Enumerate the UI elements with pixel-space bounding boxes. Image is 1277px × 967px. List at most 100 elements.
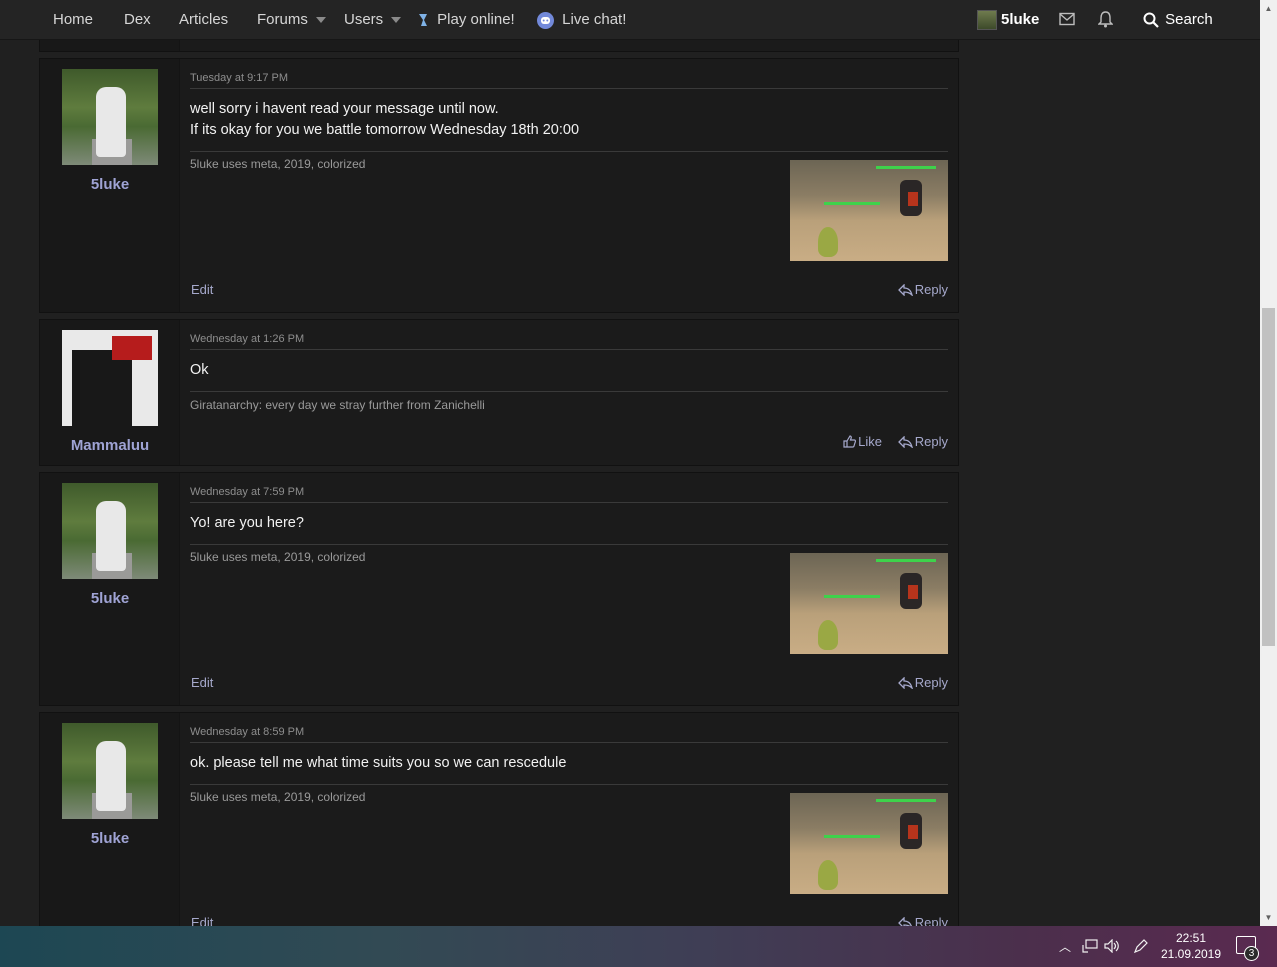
network-icon[interactable] [1082, 939, 1098, 953]
avatar[interactable] [62, 483, 158, 579]
reply-icon [897, 917, 912, 926]
message-line: Yo! are you here? [190, 515, 304, 531]
chevron-down-icon[interactable] [315, 17, 326, 24]
post-body: Wednesday at 8:59 PM ok. please tell me … [190, 713, 948, 926]
scroll-up-arrow-icon[interactable]: ▲ [1260, 0, 1277, 17]
post-message: well sorry i havent read your message un… [190, 99, 579, 141]
post: 5luke Wednesday at 8:59 PM ok. please te… [39, 712, 959, 926]
envelope-icon[interactable] [1059, 12, 1075, 26]
reply-label: Reply [914, 434, 948, 449]
post-username[interactable]: 5luke [40, 830, 180, 847]
post-date[interactable]: Wednesday at 1:26 PM [190, 333, 304, 345]
post-date[interactable]: Wednesday at 7:59 PM [190, 486, 304, 498]
nav-live-chat[interactable]: Live chat! [537, 0, 626, 40]
avatar[interactable] [62, 723, 158, 819]
post-body: Tuesday at 9:17 PM well sorry i havent r… [190, 59, 948, 312]
reply-label: Reply [914, 915, 948, 926]
edit-button[interactable]: Edit [191, 282, 213, 297]
post-signature: 5luke uses meta, 2019, colorized [190, 790, 366, 804]
reply-icon [897, 677, 913, 689]
post-signature: 5luke uses meta, 2019, colorized [190, 550, 366, 564]
divider [190, 151, 948, 152]
reply-button[interactable]: Reply [897, 915, 948, 926]
chevron-down-icon[interactable] [391, 17, 402, 24]
nav-live-chat-label: Live chat! [562, 11, 627, 28]
post-user-column: 5luke [40, 473, 180, 705]
reply-icon [897, 284, 913, 296]
play-online-icon [419, 14, 427, 27]
discord-icon [537, 11, 554, 29]
like-button[interactable]: Like [843, 434, 882, 449]
search-icon [1143, 12, 1159, 28]
nav-forums-label: Forums [257, 11, 308, 28]
post-username[interactable]: 5luke [40, 176, 180, 193]
like-label: Like [858, 434, 882, 449]
divider [190, 391, 948, 392]
reply-label: Reply [914, 282, 948, 297]
browser-viewport: Home Dex Articles Forums Users Play onli… [0, 0, 1260, 926]
post-signature: Giratanarchy: every day we stray further… [190, 398, 485, 412]
divider [190, 349, 948, 350]
signature-image [790, 553, 948, 654]
bell-icon[interactable] [1098, 11, 1113, 28]
nav-dex[interactable]: Dex [124, 0, 151, 40]
scrollbar-thumb[interactable] [1262, 308, 1275, 646]
search-button[interactable]: Search [1143, 0, 1213, 40]
post-user-column: Mammaluu [40, 320, 180, 465]
taskbar-clock[interactable]: 22:51 21.09.2019 [1160, 930, 1222, 962]
nav-users[interactable]: Users [344, 0, 402, 40]
volume-icon[interactable] [1104, 939, 1120, 953]
pen-icon[interactable] [1133, 938, 1149, 954]
divider [190, 502, 948, 503]
avatar[interactable] [62, 69, 158, 165]
post-date[interactable]: Tuesday at 9:17 PM [190, 72, 288, 84]
post: Mammaluu Wednesday at 1:26 PM Ok Giratan… [39, 319, 959, 466]
nav-play-online[interactable]: Play online! [416, 0, 515, 40]
post-message: Yo! are you here? [190, 513, 304, 534]
post-username[interactable]: Mammaluu [40, 437, 180, 454]
post-user-column: 5luke [40, 713, 180, 926]
post-body: Wednesday at 7:59 PM Yo! are you here? 5… [190, 473, 948, 705]
notification-count-badge: 3 [1244, 946, 1259, 961]
user-avatar[interactable] [977, 10, 997, 30]
nav-users-label: Users [344, 11, 384, 28]
post-message: ok. please tell me what time suits you s… [190, 753, 566, 774]
taskbar: ︿ 22:51 21.09.2019 3 [0, 926, 1277, 967]
search-label: Search [1165, 11, 1213, 28]
reply-button[interactable]: Reply [897, 434, 948, 449]
edit-button[interactable]: Edit [191, 915, 213, 926]
post-date[interactable]: Wednesday at 8:59 PM [190, 726, 304, 738]
reply-button[interactable]: Reply [897, 675, 948, 690]
edit-button[interactable]: Edit [191, 675, 213, 690]
message-line: well sorry i havent read your message un… [190, 101, 499, 117]
message-line: ok. please tell me what time suits you s… [190, 755, 567, 771]
clock-time: 22:51 [1175, 931, 1207, 945]
nav-home[interactable]: Home [53, 0, 93, 40]
nav-play-online-label: Play online! [437, 11, 515, 28]
signature-image [790, 160, 948, 261]
chevron-up-icon[interactable]: ︿ [1059, 938, 1071, 955]
nav-username[interactable]: 5luke [1001, 0, 1039, 40]
post-signature: 5luke uses meta, 2019, colorized [190, 157, 366, 171]
nav-forums[interactable]: Forums [257, 0, 326, 40]
nav-articles[interactable]: Articles [179, 0, 228, 40]
reply-label: Reply [914, 675, 948, 690]
thumbs-up-icon [843, 435, 857, 448]
top-navigation: Home Dex Articles Forums Users Play onli… [0, 0, 1260, 40]
clock-date: 21.09.2019 [1160, 947, 1222, 961]
divider [190, 784, 948, 785]
page-scrollbar[interactable]: ▲ ▼ [1260, 0, 1277, 926]
avatar[interactable] [62, 330, 158, 426]
divider [190, 742, 948, 743]
post-user-column: 5luke [40, 59, 180, 312]
post-body: Wednesday at 1:26 PM Ok Giratanarchy: ev… [190, 320, 948, 465]
post: 5luke Wednesday at 7:59 PM Yo! are you h… [39, 472, 959, 706]
scroll-down-arrow-icon[interactable]: ▼ [1260, 909, 1277, 926]
post-username[interactable]: 5luke [40, 590, 180, 607]
reply-button[interactable]: Reply [897, 282, 948, 297]
message-line: Ok [190, 362, 209, 378]
divider [190, 544, 948, 545]
post: 5luke Tuesday at 9:17 PM well sorry i ha… [39, 58, 959, 313]
post-message: Ok [190, 360, 209, 381]
reply-icon [897, 436, 913, 448]
